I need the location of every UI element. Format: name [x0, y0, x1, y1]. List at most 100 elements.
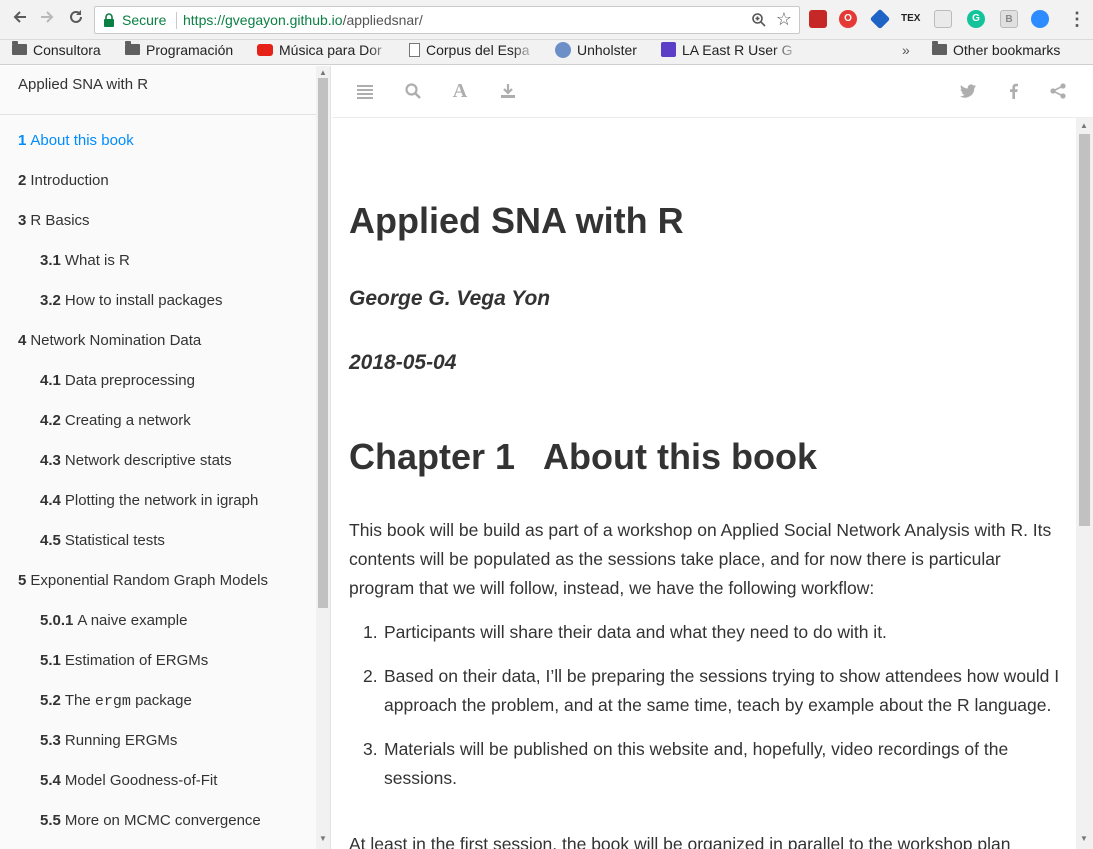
bookmark-la-east-r[interactable]: LA East R User G	[661, 40, 801, 65]
bookmarks-overflow-button[interactable]: »	[902, 40, 910, 65]
sidebar-scrollbar[interactable]: ▲ ▼	[316, 66, 330, 849]
bookmark-programacion[interactable]: Programación	[125, 40, 233, 65]
toc-item[interactable]: 4 Network Nomination Data	[0, 326, 316, 366]
book-title: Applied SNA with R	[349, 200, 684, 241]
bookmark-consultora[interactable]: Consultora	[12, 40, 101, 65]
bookmark-label: Other bookmarks	[953, 42, 1061, 58]
other-bookmarks[interactable]: Other bookmarks	[932, 40, 1060, 65]
scroll-down-icon[interactable]: ▼	[1080, 834, 1088, 843]
toc-item-number: 5.3	[40, 732, 61, 749]
facebook-f-glyph	[1010, 83, 1018, 99]
back-button[interactable]	[8, 8, 32, 32]
bookmark-star-icon[interactable]: ☆	[776, 9, 792, 30]
toc-item[interactable]: 1 About this book	[0, 126, 316, 166]
search-icon[interactable]	[404, 82, 422, 100]
download-icon[interactable]	[499, 82, 517, 100]
chapter-heading: Chapter 1 About this book	[349, 436, 817, 478]
toc-item-label: The	[64, 692, 91, 709]
toc-item-number: 4	[18, 332, 27, 349]
sidebar-title[interactable]: Applied SNA with R	[18, 76, 148, 93]
forward-button[interactable]	[35, 8, 59, 32]
share-icon[interactable]	[1049, 82, 1067, 100]
toc-item-label: Exponential Random Graph Models	[30, 572, 268, 589]
toc-item[interactable]: 3.2 How to install packages	[0, 286, 316, 326]
intro-paragraph: This book will be build as part of a wor…	[349, 520, 1052, 598]
toc-item[interactable]: 5.2 The ergm package	[0, 686, 316, 726]
toc-item-number: 5.0.1	[40, 612, 74, 629]
download-glyph	[501, 84, 515, 98]
workflow-item-text: Materials will be published on this webs…	[384, 739, 1009, 788]
url-text[interactable]: https://gvegayon.github.io/appliedsnar/	[183, 12, 423, 28]
page-icon	[409, 42, 420, 57]
sidebar-divider	[0, 114, 316, 115]
workflow-item-text: Based on their data, I’ll be preparing t…	[384, 666, 1060, 715]
bookmark-corpus[interactable]: Corpus del Espa	[409, 40, 537, 65]
stack-ext-icon[interactable]	[869, 8, 891, 30]
menu-icon[interactable]	[356, 82, 374, 100]
chrome-menu-icon[interactable]: ⋮	[1068, 9, 1086, 30]
bookmarks-bar: Consultora Programación Música para Dor …	[0, 40, 1093, 65]
toc-item-label: Network descriptive stats	[64, 452, 232, 469]
toc-item[interactable]: 5 Exponential Random Graph Models	[0, 566, 316, 606]
toc-item[interactable]: 4.4 Plotting the network in igraph	[0, 486, 316, 526]
toc-item[interactable]: 5.1 Estimation of ERGMs	[0, 646, 316, 686]
address-bar[interactable]: Secure https://gvegayon.github.io/applie…	[94, 6, 800, 34]
chapter-number: Chapter 1	[349, 436, 516, 477]
content-scrollbar[interactable]: ▲ ▼	[1076, 118, 1093, 849]
toc-item-number: 5.1	[40, 652, 61, 669]
toc-item[interactable]: 3R Basics	[0, 206, 316, 246]
b-ext-icon[interactable]: B	[1000, 10, 1018, 28]
lock-icon	[104, 13, 114, 27]
toc-item-label: Estimation of ERGMs	[64, 652, 209, 669]
opera-ext-icon[interactable]: O	[839, 10, 857, 28]
magnifier-glyph	[405, 83, 421, 99]
toc-item-number: 5.4	[40, 772, 61, 789]
bookmark-ext-icon[interactable]	[809, 10, 827, 28]
toc-item[interactable]: 5.5 More on MCMC convergence	[0, 806, 316, 846]
browser-toolbar: Secure https://gvegayon.github.io/applie…	[0, 0, 1093, 40]
toc-item-number: 5.5	[40, 812, 61, 829]
workflow-item: 3. Materials will be published on this we…	[349, 735, 1061, 793]
toc-item-label: What is R	[64, 252, 130, 269]
toc-item[interactable]: 5.3 Running ERGMs	[0, 726, 316, 766]
toc-item-label: Plotting the network in igraph	[64, 492, 259, 509]
toc-item[interactable]: 4.1 Data preprocessing	[0, 366, 316, 406]
toc-item[interactable]: 4.5 Statistical tests	[0, 526, 316, 566]
bookmark-label: Unholster	[577, 42, 637, 58]
scroll-down-icon[interactable]: ▼	[319, 834, 327, 843]
meetup-icon	[661, 42, 676, 58]
facebook-icon[interactable]	[1005, 82, 1023, 100]
toc-item-number: 4.2	[40, 412, 61, 429]
toc-item[interactable]: 5.4 Model Goodness-of-Fit	[0, 766, 316, 806]
toc-item-label-suffix: package	[135, 692, 192, 709]
toc-item[interactable]: 4.2 Creating a network	[0, 406, 316, 446]
scroll-up-icon[interactable]: ▲	[319, 68, 327, 77]
zoom-icon[interactable]	[751, 12, 767, 28]
toc-item[interactable]: 5.0.1 A naive example	[0, 606, 316, 646]
toc-item-label: Network Nomination Data	[30, 332, 202, 349]
scroll-up-icon[interactable]: ▲	[1080, 121, 1088, 130]
grammarly-ext-icon[interactable]: G	[967, 10, 985, 28]
toc-item-number: 5	[18, 572, 27, 589]
bookmark-musica[interactable]: Música para Dor	[257, 40, 395, 65]
twitter-icon[interactable]	[959, 82, 977, 100]
photo-ext-icon[interactable]	[934, 10, 952, 28]
reload-button[interactable]	[64, 8, 88, 32]
toc-item-number: 2	[18, 172, 27, 189]
zoom-ext-icon[interactable]	[1031, 10, 1049, 28]
toc-item[interactable]: 2 Introduction	[0, 166, 316, 206]
content-scroll-thumb[interactable]	[1079, 134, 1090, 526]
bookmark-unholster[interactable]: Unholster	[555, 40, 637, 65]
toc-item-number: 5.2	[40, 692, 61, 709]
share-nodes-glyph	[1050, 83, 1066, 99]
sidebar-scroll-thumb[interactable]	[318, 78, 328, 608]
toc-item-number: 3	[18, 212, 27, 229]
reload-icon	[70, 10, 82, 23]
toc-item[interactable]: 4.3 Network descriptive stats	[0, 446, 316, 486]
folder-icon	[932, 41, 947, 56]
tex-ext-icon[interactable]: TEX	[901, 10, 920, 28]
toc-item[interactable]: 3.1 What is R	[0, 246, 316, 286]
font-icon[interactable]: A	[451, 81, 469, 101]
bookmark-label: Música para Dor	[279, 42, 382, 58]
toc-item-number: 1	[18, 132, 27, 149]
